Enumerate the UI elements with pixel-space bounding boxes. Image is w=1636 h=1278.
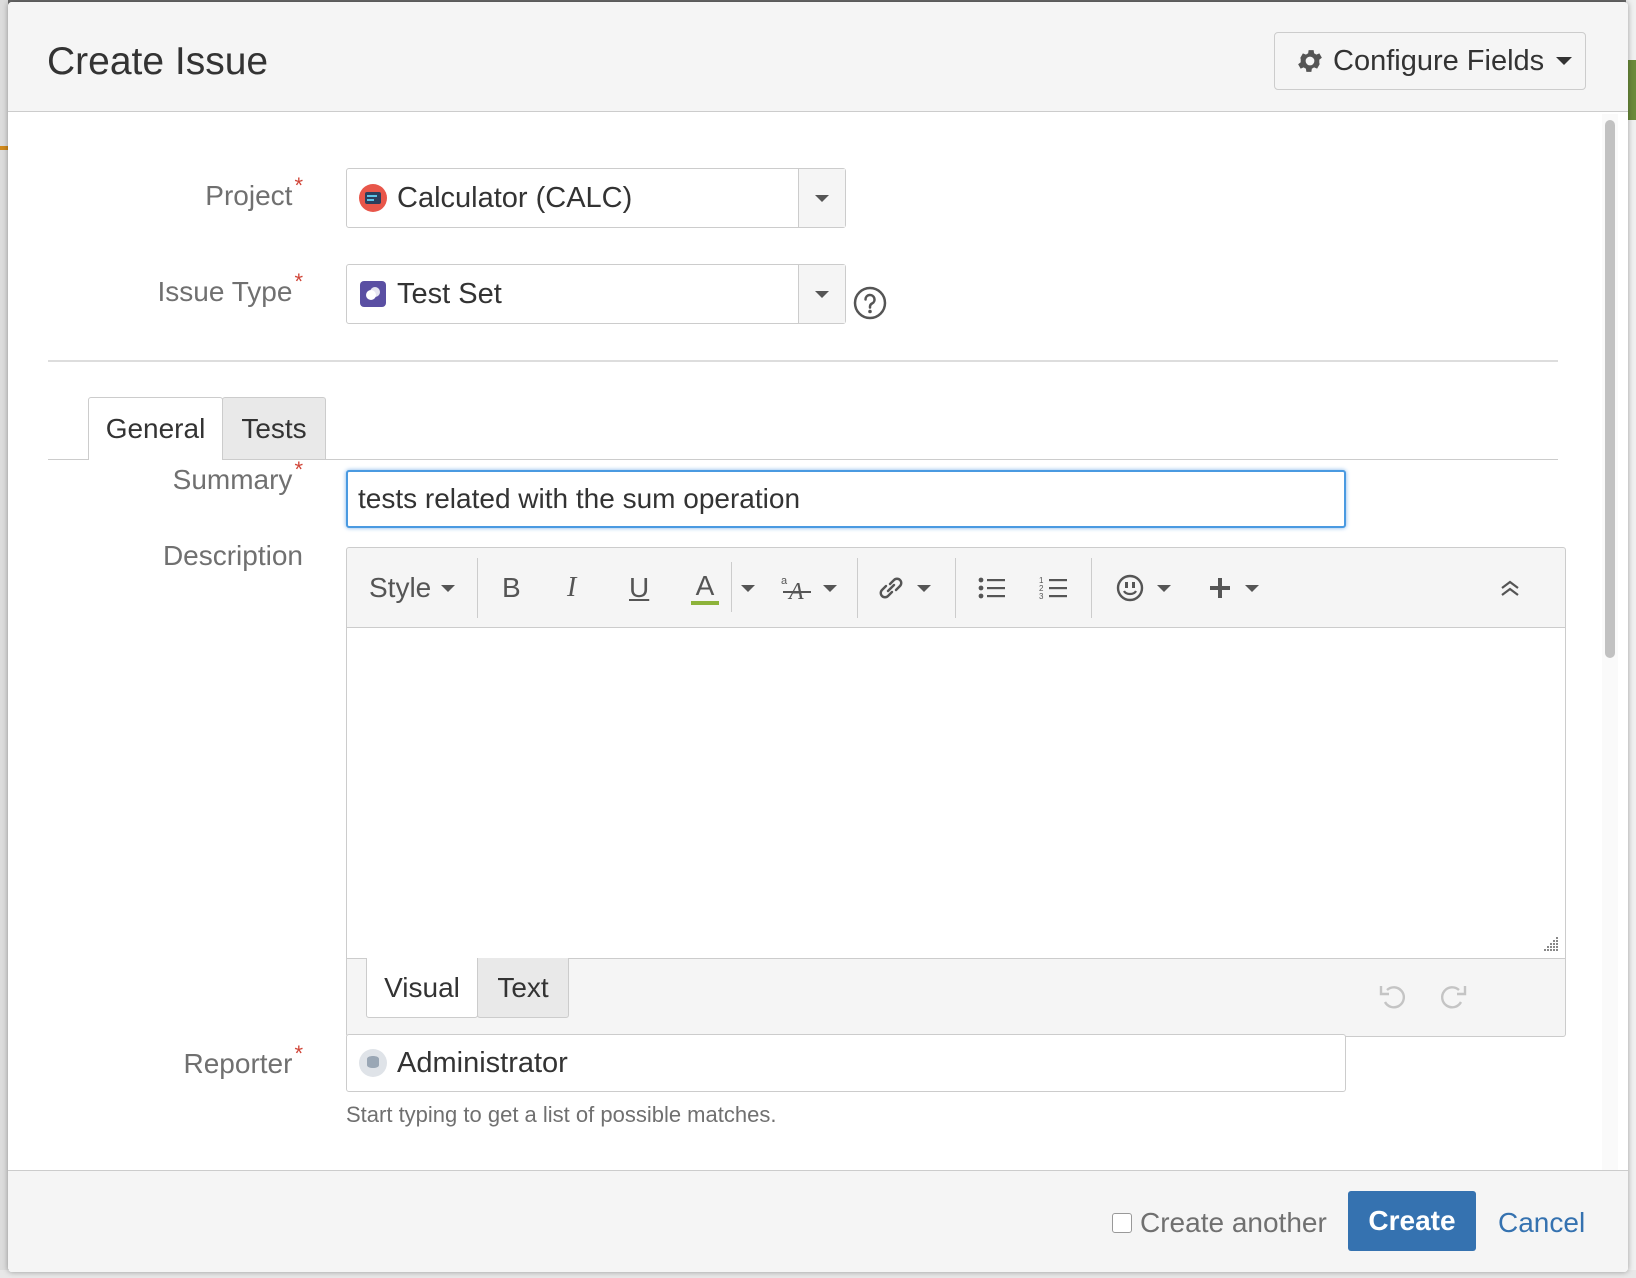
reporter-field[interactable]: Administrator xyxy=(346,1034,1346,1092)
text-color-swatch xyxy=(691,601,719,605)
italic-button[interactable]: I xyxy=(567,568,576,608)
insert-more-button[interactable] xyxy=(1207,568,1259,608)
toolbar-separator xyxy=(955,558,956,618)
text-color-icon: A xyxy=(695,570,715,601)
reporter-label: Reporter* xyxy=(8,1041,304,1080)
emoticon-button[interactable] xyxy=(1115,568,1171,608)
chevron-down-icon xyxy=(1157,584,1171,592)
test-set-icon xyxy=(360,281,386,307)
create-another-label: Create another xyxy=(1140,1207,1327,1238)
text-color-dropdown[interactable] xyxy=(741,568,755,608)
redo-icon[interactable] xyxy=(1437,980,1469,1012)
project-label: Project* xyxy=(8,173,303,212)
configure-fields-label: Configure Fields xyxy=(1333,44,1545,77)
checkbox-icon[interactable] xyxy=(1112,1213,1132,1233)
numbered-list-icon: 1 2 3 xyxy=(1039,576,1067,601)
cancel-link[interactable]: Cancel xyxy=(1498,1207,1585,1239)
dialog-header: Create Issue Configure Fields xyxy=(8,2,1628,112)
bold-button[interactable]: B xyxy=(502,568,521,608)
chevron-down-icon xyxy=(815,194,829,202)
dialog-title: Create Issue xyxy=(47,40,269,83)
tab-visual[interactable]: Visual xyxy=(366,958,478,1018)
style-dropdown[interactable]: Style xyxy=(369,568,456,608)
field-tabs: General Tests xyxy=(48,397,1558,460)
toolbar-separator xyxy=(857,558,858,618)
text-color-button[interactable]: A xyxy=(691,568,719,608)
description-editor: Style B I U A a 1 2 3 Visual Text xyxy=(346,547,1566,1037)
link-icon xyxy=(879,577,903,599)
text-formatting-button[interactable]: a A xyxy=(779,568,837,608)
description-label: Description xyxy=(8,540,303,572)
description-label-text: Description xyxy=(162,540,303,571)
project-avatar-icon xyxy=(359,184,387,212)
scrollbar-thumb[interactable] xyxy=(1605,120,1615,658)
numbered-list-button[interactable]: 1 2 3 xyxy=(1039,568,1069,608)
resize-handle-icon[interactable] xyxy=(1541,934,1559,952)
gear-icon xyxy=(1298,50,1322,72)
scrollbar[interactable] xyxy=(1602,114,1618,1170)
undo-icon[interactable] xyxy=(1377,980,1409,1012)
required-marker: * xyxy=(294,457,303,482)
section-divider xyxy=(48,360,1558,362)
chevron-down-icon xyxy=(1245,584,1259,592)
reporter-value: Administrator xyxy=(397,1046,568,1079)
bold-icon: B xyxy=(502,572,521,603)
svg-text:3: 3 xyxy=(1039,592,1044,601)
issue-type-label: Issue Type* xyxy=(8,269,303,308)
chevron-down-icon xyxy=(917,584,931,592)
chevron-up-double-icon xyxy=(1501,580,1519,596)
toolbar-separator xyxy=(477,558,478,618)
dialog-content: Project* Calculator (CALC) Issue Type* T… xyxy=(8,112,1590,1172)
configure-fields-button[interactable]: Configure Fields xyxy=(1274,32,1586,90)
collapse-toolbar-button[interactable] xyxy=(1497,568,1523,608)
reporter-label-text: Reporter xyxy=(183,1048,293,1079)
bullet-list-icon xyxy=(978,577,1005,599)
required-marker: * xyxy=(294,269,303,294)
reporter-hint: Start typing to get a list of possible m… xyxy=(346,1102,777,1127)
svg-text:a: a xyxy=(781,575,788,587)
underline-button[interactable]: U xyxy=(629,568,649,608)
chevron-down-icon xyxy=(815,290,829,298)
link-button[interactable] xyxy=(875,568,931,608)
editor-mode-bar: Visual Text xyxy=(347,958,1565,1038)
project-select[interactable]: Calculator (CALC) xyxy=(346,168,846,228)
italic-icon: I xyxy=(567,572,577,603)
editor-toolbar: Style B I U A a 1 2 3 xyxy=(347,548,1565,628)
emoticon-icon xyxy=(1116,574,1144,602)
chevron-down-icon xyxy=(823,584,837,592)
tab-tests[interactable]: Tests xyxy=(222,397,326,459)
summary-label: Summary* xyxy=(8,457,303,496)
required-marker: * xyxy=(294,1041,303,1066)
tab-text[interactable]: Text xyxy=(477,958,569,1018)
issue-type-value: Test Set xyxy=(397,277,502,310)
issue-type-label-text: Issue Type xyxy=(157,276,293,307)
project-dropdown-toggle[interactable] xyxy=(798,169,845,227)
plus-icon xyxy=(1210,578,1230,598)
issue-type-dropdown-toggle[interactable] xyxy=(798,265,845,323)
background-left xyxy=(0,0,8,1278)
question-circle-icon[interactable] xyxy=(853,286,887,320)
toolbar-separator xyxy=(731,562,732,612)
summary-input[interactable] xyxy=(346,470,1346,528)
issue-type-select[interactable]: Test Set xyxy=(346,264,846,324)
project-value: Calculator (CALC) xyxy=(397,181,633,214)
underline-icon: U xyxy=(629,572,650,603)
dialog-footer: Create another Create Cancel xyxy=(8,1170,1628,1272)
create-another-checkbox[interactable]: Create another xyxy=(1112,1207,1327,1239)
chevron-down-icon xyxy=(1556,57,1573,65)
toolbar-separator xyxy=(1091,558,1092,618)
required-marker: * xyxy=(294,173,303,198)
description-textarea[interactable] xyxy=(347,628,1565,959)
project-label-text: Project xyxy=(205,180,293,211)
bullet-list-button[interactable] xyxy=(977,568,1007,608)
text-formatting-icon: a A xyxy=(781,575,811,603)
chevron-down-icon xyxy=(441,584,456,592)
style-label: Style xyxy=(369,572,432,603)
tab-general[interactable]: General xyxy=(88,397,223,460)
summary-label-text: Summary xyxy=(172,464,293,495)
create-issue-dialog: Create Issue Configure Fields Project* C… xyxy=(8,2,1628,1272)
create-button[interactable]: Create xyxy=(1348,1191,1476,1251)
avatar xyxy=(359,1049,387,1077)
chevron-down-icon xyxy=(741,584,755,592)
